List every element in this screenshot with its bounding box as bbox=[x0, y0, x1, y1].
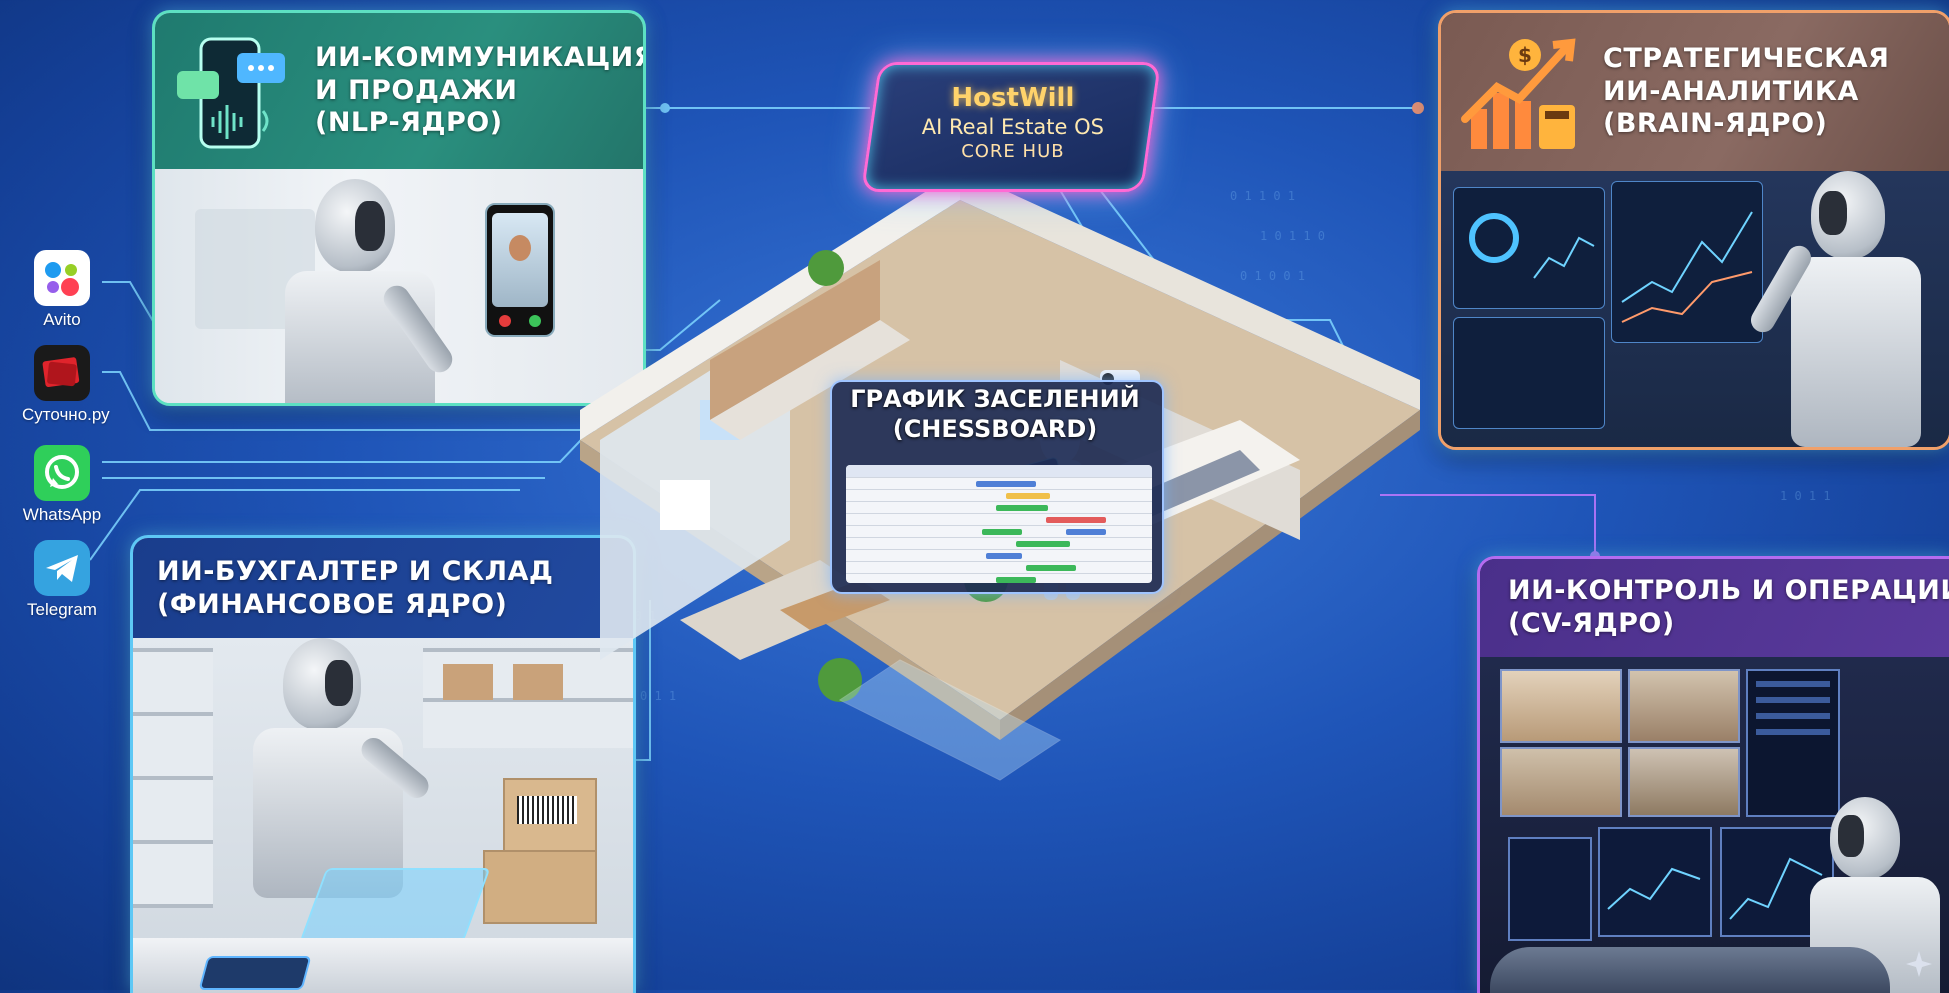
panel-header: ИИ-КОНТРОЛЬ И ОПЕРАЦИИ (CV-ЯДРО) bbox=[1480, 559, 1949, 657]
panel-title: ИИ-БУХГАЛТЕР И СКЛАД (ФИНАНСОВОЕ ЯДРО) bbox=[157, 556, 554, 620]
hub-title: HostWill bbox=[951, 83, 1075, 113]
panel-title: СТРАТЕГИЧЕСКАЯ ИИ-АНАЛИТИКА (BRAIN-ЯДРО) bbox=[1603, 42, 1890, 140]
channel-label: Avito bbox=[43, 310, 81, 329]
growth-chart-icon: $ bbox=[1457, 31, 1587, 159]
robot-figure bbox=[1746, 171, 1941, 447]
panel-header: ИИ-КОММУНИКАЦИЯ И ПРОДАЖИ (NLP-ЯДРО) bbox=[155, 13, 643, 169]
svg-text:1 0 1 1: 1 0 1 1 bbox=[1780, 489, 1831, 503]
hub-label: CORE HUB bbox=[961, 141, 1065, 162]
tablet bbox=[198, 956, 312, 990]
dashboard-screen bbox=[1611, 181, 1763, 343]
monitor bbox=[1508, 837, 1592, 941]
channel-label: WhatsApp bbox=[22, 505, 102, 524]
booking-grid bbox=[846, 465, 1152, 583]
robot-figure bbox=[255, 179, 475, 403]
channel-whatsapp[interactable]: WhatsApp bbox=[22, 445, 102, 525]
camera-feed bbox=[1500, 669, 1622, 743]
sparkle-icon bbox=[1906, 951, 1932, 977]
panel-header: $ СТРАТЕГИЧЕСКАЯ ИИ-АНАЛИТИКА (BRAIN-ЯДР… bbox=[1441, 13, 1949, 171]
panel-brain[interactable]: $ СТРАТЕГИЧЕСКАЯ ИИ-АНАЛИТИКА (BRAIN-ЯДР… bbox=[1438, 10, 1949, 450]
camera-feed bbox=[1628, 747, 1740, 817]
sutochno-icon bbox=[34, 345, 90, 401]
cv-scene bbox=[1480, 657, 1949, 993]
camera-feed bbox=[1500, 747, 1622, 817]
holographic-laptop bbox=[299, 868, 491, 942]
robot-figure bbox=[213, 638, 434, 898]
channel-avito[interactable]: Avito bbox=[22, 250, 102, 330]
telegram-icon bbox=[34, 540, 90, 596]
status-panel bbox=[1746, 669, 1840, 817]
panel-title: ИИ-КОММУНИКАЦИЯ И ПРОДАЖИ (NLP-ЯДРО) bbox=[315, 41, 646, 139]
core-hub-chip[interactable]: HostWill AI Real Estate OS CORE HUB bbox=[860, 62, 1162, 192]
brain-scene bbox=[1441, 171, 1949, 447]
panel-title: ИИ-КОНТРОЛЬ И ОПЕРАЦИИ (CV-ЯДРО) bbox=[1508, 575, 1949, 639]
avito-icon bbox=[34, 250, 90, 306]
channel-sutochno[interactable]: Суточно.ру bbox=[22, 345, 110, 425]
panel-cv[interactable]: ИИ-КОНТРОЛЬ И ОПЕРАЦИИ (CV-ЯДРО) bbox=[1477, 556, 1949, 993]
control-desk bbox=[1490, 947, 1890, 993]
monitor bbox=[1598, 827, 1712, 937]
channel-label: Суточно.ру bbox=[22, 405, 110, 424]
dashboard-screen bbox=[1453, 317, 1605, 429]
whatsapp-icon bbox=[34, 445, 90, 501]
chessboard-title: ГРАФИК ЗАСЕЛЕНИЙ (CHESSBOARD) bbox=[850, 385, 1140, 443]
hub-subtitle: AI Real Estate OS bbox=[921, 115, 1104, 139]
chat-phone-icon bbox=[173, 31, 293, 155]
svg-text:$: $ bbox=[1518, 43, 1532, 67]
camera-feed bbox=[1628, 669, 1740, 743]
warehouse-shelves bbox=[133, 648, 213, 908]
channel-label: Telegram bbox=[27, 600, 97, 619]
dashboard-screen bbox=[1453, 187, 1605, 309]
channel-telegram[interactable]: Telegram bbox=[22, 540, 102, 620]
